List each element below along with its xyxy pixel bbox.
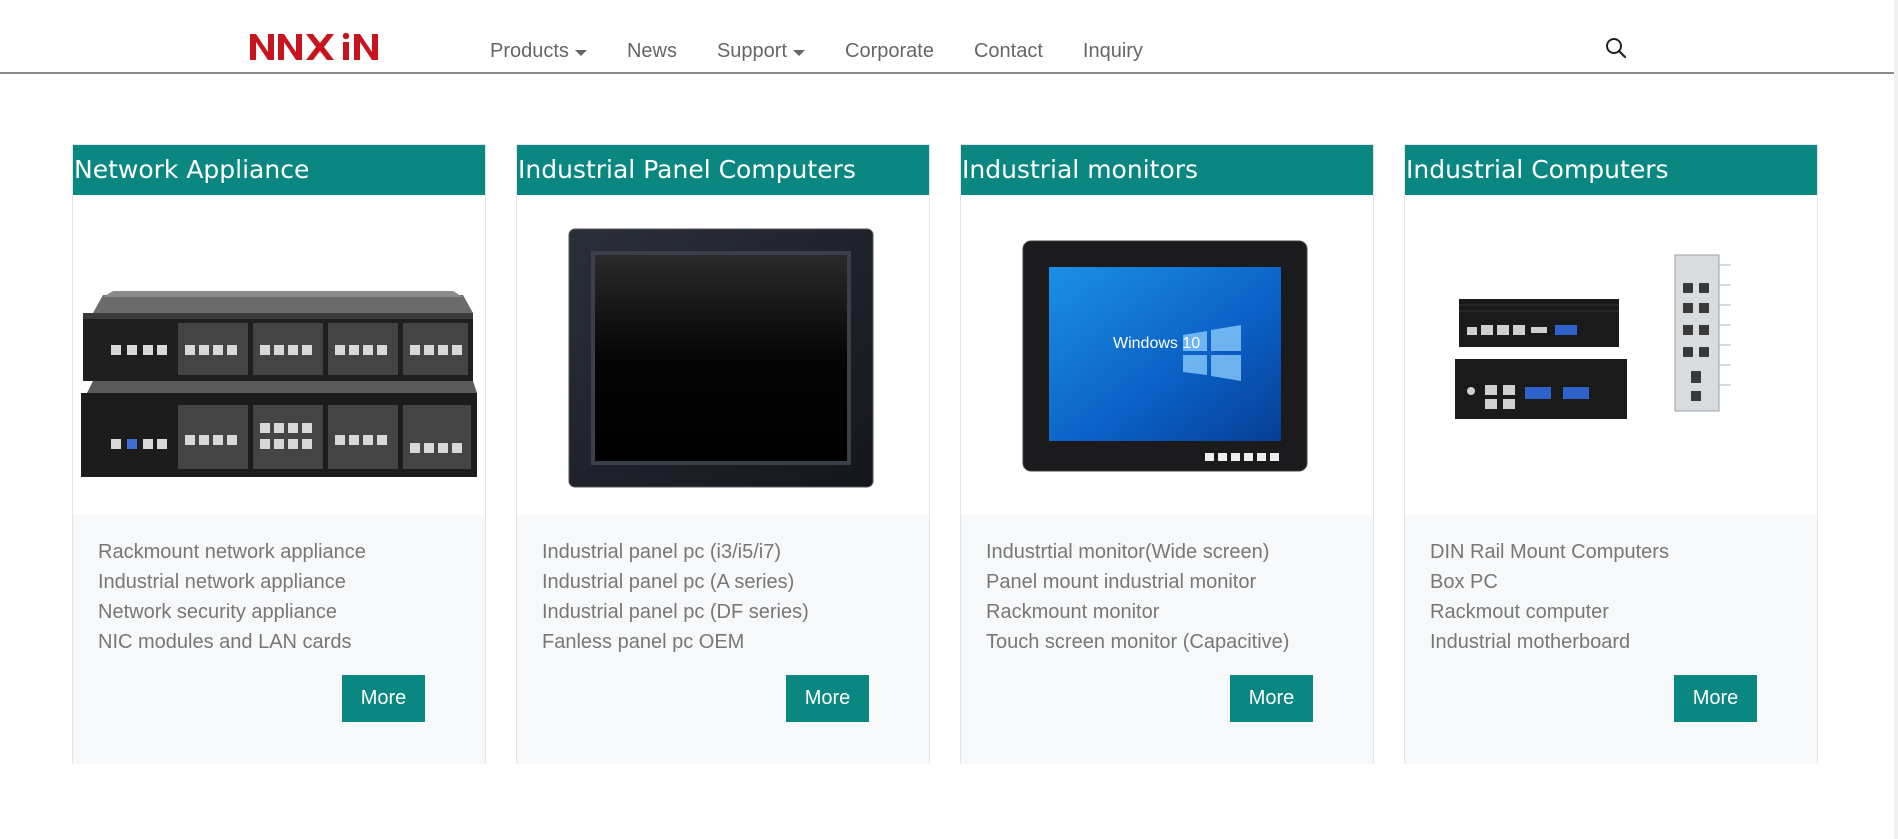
nav-support[interactable]: Support [716,40,806,63]
industrial-computers-image[interactable] [1405,195,1817,515]
category-list: Industrtial monitor(Wide screen) Panel m… [986,537,1373,657]
card-title: Industrial Computers [1405,145,1817,195]
list-item[interactable]: Touch screen monitor (Capacitive) [986,627,1373,657]
card-body: DIN Rail Mount Computers Box PC Rackmout… [1405,515,1817,764]
card-title: Industrial monitors [961,145,1373,195]
card-title: Industrial Panel Computers [517,145,929,195]
card-title: Network Appliance [73,145,485,195]
list-item[interactable]: Industrial panel pc (i3/i5/i7) [542,537,929,567]
list-item[interactable]: Industrtial monitor(Wide screen) [986,537,1373,567]
screen-text: Windows 10 [1113,335,1201,352]
list-item[interactable]: Industrial panel pc (DF series) [542,597,929,627]
nav-corporate[interactable]: Corporate [845,40,934,63]
card-body: Rackmount network appliance Industrial n… [73,515,485,764]
product-card-industrial-panel-computers: Industrial Panel Computers Industrial pa… [516,144,930,764]
search-icon[interactable] [1604,36,1628,60]
category-list: DIN Rail Mount Computers Box PC Rackmout… [1430,537,1817,657]
product-card-industrial-monitors: Industrial monitors Windows 10 Industrti… [960,144,1374,764]
caret-down-icon [574,49,587,56]
nav-news-label: News [626,40,677,62]
anxin-logo[interactable] [250,30,396,60]
list-item[interactable]: DIN Rail Mount Computers [1430,537,1817,567]
rackmount-appliance-image[interactable] [73,195,485,515]
nav-contact[interactable]: Contact [974,40,1043,63]
nav-contact-label: Contact [973,40,1043,62]
main-nav: Products News Support Corporate Contact … [490,40,1183,63]
card-body: Industrtial monitor(Wide screen) Panel m… [961,515,1373,764]
nav-products[interactable]: Products [490,40,587,63]
nav-corporate-label: Corporate [845,40,934,62]
nav-news[interactable]: News [627,40,677,63]
more-button[interactable]: More [786,675,869,722]
site-header: Products News Support Corporate Contact … [0,0,1898,74]
scrollbar[interactable] [1894,0,1898,839]
list-item[interactable]: Rackmount network appliance [98,537,485,567]
list-item[interactable]: NIC modules and LAN cards [98,627,485,657]
nav-support-label: Support [716,40,788,62]
category-list: Industrial panel pc (i3/i5/i7) Industria… [542,537,929,657]
list-item[interactable]: Rackmount monitor [986,597,1373,627]
list-item[interactable]: Industrial network appliance [98,567,485,597]
nav-inquiry[interactable]: Inquiry [1083,40,1143,63]
list-item[interactable]: Box PC [1430,567,1817,597]
list-item[interactable]: Industrial panel pc (A series) [542,567,929,597]
product-card-network-appliance: Network Appliance Rackmount network appl… [72,144,486,764]
more-button[interactable]: More [1674,675,1757,722]
list-item[interactable]: Industrial motherboard [1430,627,1817,657]
list-item[interactable]: Rackmout computer [1430,597,1817,627]
card-body: Industrial panel pc (i3/i5/i7) Industria… [517,515,929,764]
industrial-monitor-image[interactable]: Windows 10 [961,195,1373,515]
nav-products-label: Products [490,40,569,62]
nav-inquiry-label: Inquiry [1082,40,1143,62]
product-card-industrial-computers: Industrial Computers DIN Rail Mount Comp… [1404,144,1818,764]
list-item[interactable]: Network security appliance [98,597,485,627]
more-button[interactable]: More [342,675,425,722]
list-item[interactable]: Fanless panel pc OEM [542,627,929,657]
list-item[interactable]: Panel mount industrial monitor [986,567,1373,597]
panel-pc-image[interactable] [517,195,929,515]
category-list: Rackmount network appliance Industrial n… [98,537,485,657]
more-button[interactable]: More [1230,675,1313,722]
caret-down-icon [793,49,806,56]
